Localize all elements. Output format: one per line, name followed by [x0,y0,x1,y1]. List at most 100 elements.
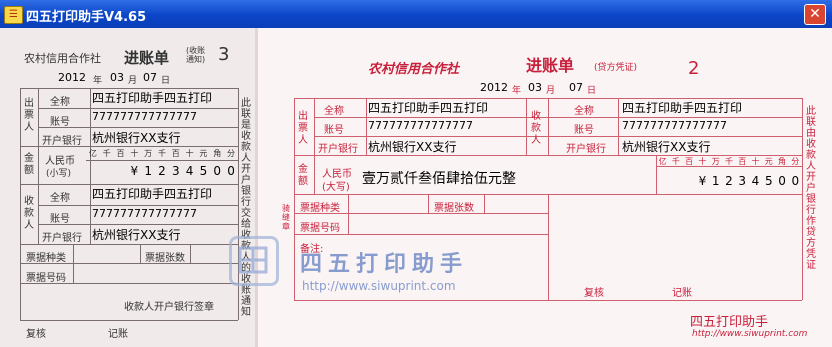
stub-payer-account-field[interactable]: 777777777777777 [92,110,197,123]
stub-payer-side-label: 出票人 [24,98,34,133]
slip-footer-url[interactable]: http://www.siwuprint.com [692,329,807,339]
slip-side-note: 此联由收款人开户银行作贷方凭证 [806,106,816,271]
app-icon: ☰ [4,6,23,24]
slip-amount-digit: 2 [725,174,733,188]
slip-digit-head: 千 [724,157,733,166]
stub-amount-digit: 0 [227,164,235,178]
slip-bill-number-label: 票据号码 [300,223,340,234]
slip-digit-head: 元 [764,157,773,166]
stub-digit-header-row: 亿 千 百 十 万 千 百 十 元 角 分 [86,148,238,160]
stub-payer-name-field[interactable]: 四五打印助手四五打印 [92,89,212,106]
title-bar[interactable]: ☰ 四五打印助手V4.65 ✕ [0,0,832,28]
stub-amount-digit: 2 [158,164,166,178]
stub-digit-head: 十 [130,149,139,158]
voucher-canvas: 农村信用合作社 进账单 (收账通知) 3 2012 年 03 月 07 日 出票… [0,28,832,347]
stub-payer-bank-label: 开户银行 [42,136,82,147]
slip-bank-name: 农村信用合作社 [368,62,460,77]
slip-amount-side-label: 金额 [298,164,308,187]
stub-receipt-notice: 农村信用合作社 进账单 (收账通知) 3 2012 年 03 月 07 日 出票… [0,28,255,347]
slip-doc-title: 进账单 [526,56,575,75]
slip-payee-account-label: 账号 [574,125,594,136]
stub-amount-digit: 1 [144,164,152,178]
watermark-logo-icon [229,236,279,286]
slip-digit-head: 角 [778,157,787,166]
stub-payee-bank-field[interactable]: 杭州银行XX支行 [92,226,180,243]
slip-amount-big-label: (大写) [322,182,350,193]
stub-review-label: 复核 [26,329,46,340]
slip-payer-account-label: 账号 [324,125,344,136]
stub-digit-head: 角 [213,149,222,158]
slip-amount-digit: 1 [711,174,720,188]
stub-payee-account-label: 账号 [50,214,70,225]
slip-doc-subtitle: (贷方凭证) [594,63,638,73]
stub-digit-head: 千 [102,149,111,158]
slip-copy-number: 2 [688,58,700,79]
slip-date-year[interactable]: 2012 [480,81,508,94]
slip-payer-bank-field[interactable]: 杭州银行XX支行 [368,138,456,155]
stub-payee-account-field[interactable]: 777777777777777 [92,207,197,220]
stub-stamp-label: 收款人开户银行签章 [124,302,214,313]
stub-amount-small-label: (小写) [46,169,72,179]
slip-payee-bank-label: 开户银行 [566,144,606,155]
slip-payee-account-field[interactable]: 777777777777777 [622,119,727,132]
stub-digit-head: 分 [227,149,236,158]
slip-payer-account-field[interactable]: 777777777777777 [368,119,473,132]
stub-digit-head: 万 [144,149,153,158]
stub-bill-count-label: 票据张数 [145,253,185,264]
stub-amount-digit [114,164,128,182]
slip-date-month[interactable]: 03 [528,81,542,94]
stub-amount-digits-row[interactable]: ¥ 1 2 3 4 5 0 0 [86,164,238,182]
slip-amount-digit [669,174,682,192]
stub-payee-name-label: 全称 [50,193,70,204]
slip-digit-head: 万 [711,157,720,166]
slip-amount-digit: 0 [791,174,800,188]
slip-amount-words-field[interactable]: 壹万贰仟叁佰肆拾伍元整 [362,168,516,188]
slip-date-day[interactable]: 07 [569,81,583,94]
stub-digit-head: 十 [185,149,194,158]
slip-digit-head: 千 [671,157,680,166]
slip-amount-digit: ¥ [698,174,707,188]
slip-payee-side-label: 收款人 [531,111,541,146]
stub-digit-head: 元 [199,149,208,158]
stub-date-month[interactable]: 03 [110,71,124,84]
stub-payee-bank-label: 开户银行 [42,233,82,244]
slip-amount-digit [656,174,669,192]
slip-review-label: 复核 [584,288,604,299]
stub-amount-side-label: 金额 [24,153,34,176]
app-window: ☰ 四五打印助手V4.65 ✕ 农村信用合作社 进账单 (收账通知) 3 201… [0,0,832,347]
stub-payer-account-label: 账号 [50,117,70,128]
slip-payer-name-field[interactable]: 四五打印助手四五打印 [368,99,488,116]
close-button[interactable]: ✕ [804,4,826,25]
slip-digit-head: 十 [698,157,707,166]
slip-credit-voucher: 农村信用合作社 进账单 (贷方凭证) 2 2012 年 03 月 07 日 出票… [258,28,832,347]
stub-date-day[interactable]: 07 [143,71,157,84]
stub-bank-name: 农村信用合作社 [24,52,101,65]
stub-payer-bank-field[interactable]: 杭州银行XX支行 [92,129,180,146]
slip-footer-brand: 四五打印助手 [690,315,769,330]
stub-payer-name-label: 全称 [50,97,70,108]
stub-payee-side-label: 收款人 [24,196,34,231]
slip-amount-digit: 0 [778,174,786,188]
stub-digit-head: 千 [157,149,166,158]
stub-doc-title: 进账单 [124,49,170,67]
slip-payee-name-field[interactable]: 四五打印助手四五打印 [622,99,742,116]
slip-digit-head: 百 [738,157,747,166]
stub-amount-digit: 5 [199,164,208,178]
stub-doc-subtitle: (收账通知) [186,46,206,64]
stub-payee-name-field[interactable]: 四五打印助手四五打印 [92,185,212,202]
slip-payee-bank-field[interactable]: 杭州银行XX支行 [622,138,710,155]
slip-record-label: 记账 [672,288,692,299]
slip-amount-digit: 3 [738,174,747,188]
slip-amount-digits-row[interactable]: ¥ 1 2 3 4 5 0 0 [656,174,802,192]
slip-bill-count-label: 票据张数 [434,203,474,214]
stub-digit-head: 亿 [88,149,97,158]
slip-digit-head: 百 [685,157,694,166]
stub-year-unit: 年 [93,76,103,86]
slip-bill-type-label: 票据种类 [300,203,340,214]
slip-payer-side-label: 出票人 [298,111,308,146]
stub-amount-digit: ¥ [130,164,139,178]
slip-digit-head: 十 [751,157,760,166]
stub-date-year[interactable]: 2012 [58,71,86,84]
stub-amount-digit [100,164,114,182]
slip-day-unit: 日 [587,86,597,96]
